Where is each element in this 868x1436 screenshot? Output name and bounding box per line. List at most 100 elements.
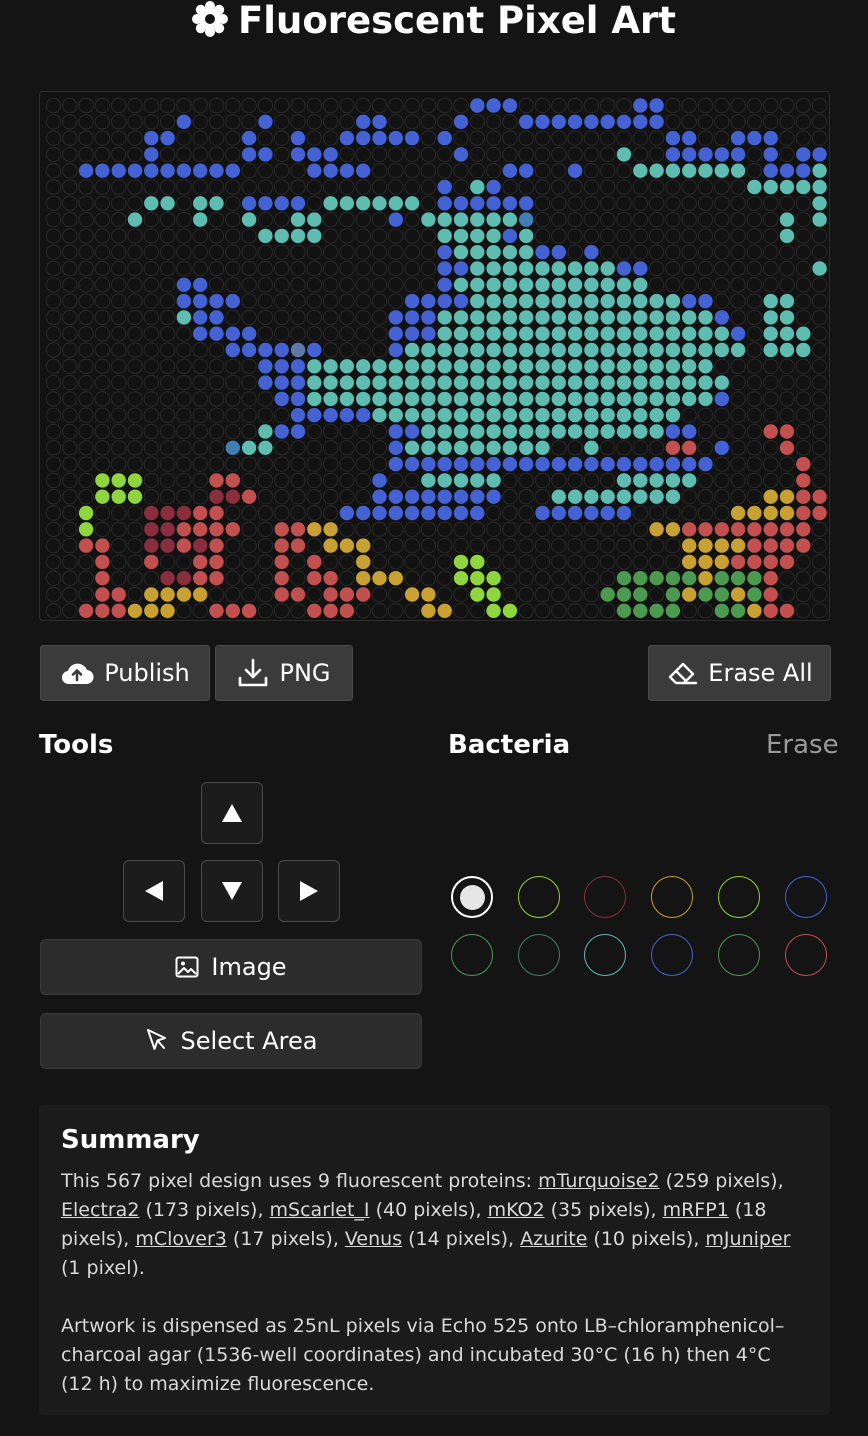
pixel-well[interactable] xyxy=(519,424,534,439)
pixel-well[interactable] xyxy=(421,408,436,423)
empty-well[interactable] xyxy=(404,603,420,619)
empty-well[interactable] xyxy=(45,537,62,554)
empty-well[interactable] xyxy=(127,195,143,212)
empty-well[interactable] xyxy=(257,603,274,619)
pixel-well[interactable] xyxy=(551,391,566,407)
empty-well[interactable] xyxy=(795,211,811,228)
bacteria-swatch[interactable] xyxy=(784,933,827,976)
empty-well[interactable] xyxy=(143,293,160,309)
pixel-well[interactable] xyxy=(633,359,648,374)
empty-well[interactable] xyxy=(143,114,160,130)
empty-well[interactable] xyxy=(437,163,453,179)
pixel-well[interactable] xyxy=(339,163,355,178)
empty-well[interactable] xyxy=(192,146,208,163)
empty-well[interactable] xyxy=(241,114,257,130)
empty-well[interactable] xyxy=(143,440,160,456)
empty-well[interactable] xyxy=(811,391,828,407)
pixel-well[interactable] xyxy=(486,440,501,455)
empty-well[interactable] xyxy=(159,97,176,114)
pixel-well[interactable] xyxy=(698,342,713,358)
pixel-well[interactable] xyxy=(616,375,632,390)
pixel-well[interactable] xyxy=(665,375,681,390)
empty-well[interactable] xyxy=(225,407,241,423)
empty-well[interactable] xyxy=(404,260,420,277)
pixel-well[interactable] xyxy=(779,163,795,178)
pixel-well[interactable] xyxy=(470,408,485,423)
empty-well[interactable] xyxy=(779,97,795,114)
pixel-well[interactable] xyxy=(665,424,681,439)
empty-well[interactable] xyxy=(176,260,192,277)
empty-well[interactable] xyxy=(371,293,388,309)
pixel-well[interactable] xyxy=(404,310,420,325)
empty-well[interactable] xyxy=(94,260,111,277)
empty-well[interactable] xyxy=(453,603,469,619)
pixel-well[interactable] xyxy=(176,310,192,325)
empty-well[interactable] xyxy=(714,505,730,521)
empty-well[interactable] xyxy=(45,472,62,489)
empty-well[interactable] xyxy=(241,260,257,277)
empty-well[interactable] xyxy=(600,228,616,244)
pixel-well[interactable] xyxy=(633,277,648,292)
pixel-well[interactable] xyxy=(404,326,420,341)
pixel-well[interactable] xyxy=(502,456,518,472)
empty-well[interactable] xyxy=(583,554,600,570)
empty-well[interactable] xyxy=(274,211,290,228)
pixel-well[interactable] xyxy=(372,571,387,586)
empty-well[interactable] xyxy=(176,358,192,374)
pixel-well[interactable] xyxy=(535,424,550,439)
empty-well[interactable] xyxy=(62,277,78,293)
pixel-well[interactable] xyxy=(437,179,452,195)
empty-well[interactable] xyxy=(192,489,208,505)
empty-well[interactable] xyxy=(111,423,127,440)
empty-well[interactable] xyxy=(143,407,160,423)
empty-well[interactable] xyxy=(241,472,257,489)
pixel-well[interactable] xyxy=(698,587,713,602)
pixel-well[interactable] xyxy=(796,489,811,504)
empty-well[interactable] xyxy=(274,146,290,163)
pixel-well[interactable] xyxy=(796,326,811,341)
empty-well[interactable] xyxy=(143,358,160,374)
empty-well[interactable] xyxy=(648,179,665,195)
empty-well[interactable] xyxy=(192,603,208,619)
empty-well[interactable] xyxy=(730,228,746,244)
empty-well[interactable] xyxy=(502,586,518,603)
pixel-well[interactable] xyxy=(616,587,632,602)
pixel-well[interactable] xyxy=(356,587,371,602)
empty-well[interactable] xyxy=(274,163,290,179)
empty-well[interactable] xyxy=(339,423,355,440)
pixel-well[interactable] xyxy=(633,456,648,472)
empty-well[interactable] xyxy=(795,260,811,277)
pixel-well[interactable] xyxy=(290,424,306,439)
empty-well[interactable] xyxy=(274,456,290,472)
empty-well[interactable] xyxy=(388,603,404,619)
pixel-well[interactable] xyxy=(388,408,403,423)
empty-well[interactable] xyxy=(600,146,616,163)
pixel-well[interactable] xyxy=(584,310,599,325)
empty-well[interactable] xyxy=(681,97,697,114)
pixel-well[interactable] xyxy=(747,554,762,570)
pixel-well[interactable] xyxy=(649,114,664,129)
pixel-well[interactable] xyxy=(470,440,485,455)
empty-well[interactable] xyxy=(534,179,551,195)
pixel-well[interactable] xyxy=(453,424,469,439)
pixel-well[interactable] xyxy=(519,228,534,244)
pixel-well[interactable] xyxy=(633,473,648,488)
pixel-well[interactable] xyxy=(372,196,387,211)
pixel-well[interactable] xyxy=(470,359,485,374)
empty-well[interactable] xyxy=(795,407,811,423)
empty-well[interactable] xyxy=(469,130,485,146)
empty-well[interactable] xyxy=(779,570,795,586)
empty-well[interactable] xyxy=(290,554,306,570)
empty-well[interactable] xyxy=(208,228,225,244)
empty-well[interactable] xyxy=(795,603,811,619)
empty-well[interactable] xyxy=(225,586,241,603)
empty-well[interactable] xyxy=(355,293,371,309)
pixel-well[interactable] xyxy=(78,538,94,553)
empty-well[interactable] xyxy=(420,228,437,244)
empty-well[interactable] xyxy=(94,374,111,391)
protein-link[interactable]: mScarlet_I xyxy=(270,1199,370,1221)
empty-well[interactable] xyxy=(192,472,208,489)
pixel-well[interactable] xyxy=(535,245,550,260)
empty-well[interactable] xyxy=(404,163,420,179)
pixel-well[interactable] xyxy=(812,147,827,162)
